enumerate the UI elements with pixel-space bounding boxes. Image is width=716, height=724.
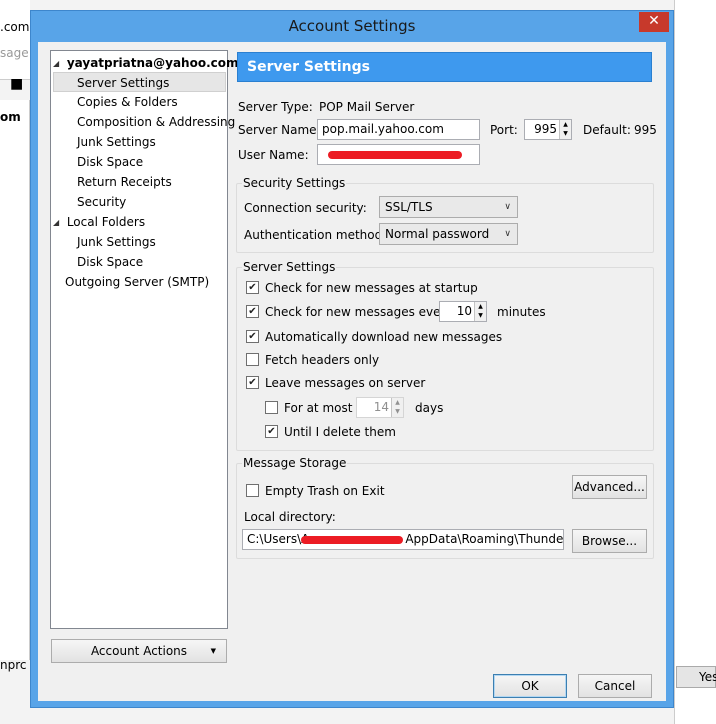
user-name-label: User Name: (238, 148, 309, 162)
tree-item-label: Local Folders (66, 215, 146, 229)
server-settings-title: Server Settings (242, 260, 337, 274)
tree-item-account[interactable]: ◢ yayatpriatna@yahoo.com (53, 53, 239, 74)
checkbox-icon[interactable] (246, 376, 259, 389)
background-toolbar (0, 0, 30, 80)
tree-item-local-folders[interactable]: ◢ Local Folders (53, 212, 145, 232)
checkbox-icon[interactable] (246, 330, 259, 343)
background-address-text: .com (0, 20, 30, 34)
account-settings-dialog: Account Settings ✕ ◢ yayatpriatna@yahoo.… (30, 10, 674, 708)
tree-item-composition[interactable]: Composition & Addressing (77, 112, 235, 132)
tree-item-outgoing-server[interactable]: Outgoing Server (SMTP) (65, 272, 209, 292)
spin-down-icon[interactable]: ▼ (391, 407, 403, 417)
expanded-arrow-icon[interactable]: ◢ (53, 213, 61, 233)
background-search-hint: sage (0, 46, 29, 60)
expanded-arrow-icon[interactable]: ◢ (53, 54, 61, 74)
check-startup-label: Check for new messages at startup (265, 281, 478, 295)
dialog-client-area: ◢ yayatpriatna@yahoo.com Server Settings… (38, 42, 666, 701)
checkbox-icon[interactable] (265, 425, 278, 438)
auto-download-checkbox[interactable]: Automatically download new messages (246, 329, 502, 347)
for-at-most-checkbox[interactable]: For at most (265, 400, 352, 418)
message-storage-title: Message Storage (242, 456, 348, 470)
leave-on-server-checkbox[interactable]: Leave messages on server (246, 375, 425, 393)
checkbox-icon[interactable] (265, 401, 278, 414)
connection-security-select[interactable]: SSL/TLS ∨ (379, 196, 518, 218)
tree-item-return-receipts[interactable]: Return Receipts (77, 172, 172, 192)
account-actions-label: Account Actions (90, 644, 188, 658)
tree-item-disk-space[interactable]: Disk Space (77, 152, 143, 172)
dialog-title: Account Settings (288, 17, 416, 35)
account-actions-button[interactable]: Account Actions ▼ (51, 639, 227, 663)
background-folder-pane (0, 100, 30, 660)
days-label: days (415, 401, 444, 415)
leave-on-server-label: Leave messages on server (265, 376, 426, 390)
background-yes-button[interactable]: Yes (676, 666, 716, 688)
server-type-label: Server Type: (238, 100, 313, 114)
spin-down-icon[interactable]: ▼ (474, 311, 486, 321)
checkbox-icon[interactable] (246, 305, 259, 318)
default-port-value: 995 (634, 123, 657, 137)
checkbox-icon[interactable] (246, 281, 259, 294)
security-settings-title: Security Settings (242, 176, 347, 190)
fetch-headers-checkbox[interactable]: Fetch headers only (246, 352, 379, 370)
days-value: 14 (373, 400, 389, 414)
local-directory-prefix: C:\Users\A (247, 532, 310, 546)
until-delete-checkbox[interactable]: Until I delete them (265, 424, 396, 442)
auto-download-label: Automatically download new messages (265, 330, 503, 344)
tree-item-junk-settings[interactable]: Junk Settings (77, 132, 156, 152)
tree-item-local-junk-settings[interactable]: Junk Settings (77, 232, 156, 252)
connection-security-label: Connection security: (244, 201, 367, 215)
connection-security-value: SSL/TLS (385, 200, 433, 214)
panel-header: Server Settings (237, 52, 652, 82)
dropdown-arrow-icon: ▼ (210, 647, 216, 655)
spin-down-icon[interactable]: ▼ (559, 129, 571, 139)
background-right-pane (674, 0, 716, 724)
checkbox-icon[interactable] (246, 484, 259, 497)
check-every-checkbox[interactable]: Check for new messages every (246, 304, 453, 322)
auth-method-label: Authentication method: (244, 228, 387, 242)
check-interval-value: 10 (456, 304, 472, 318)
redaction-mark (301, 536, 403, 544)
auth-method-select[interactable]: Normal password ∨ (379, 223, 518, 245)
chevron-down-icon: ∨ (504, 202, 511, 212)
advanced-button[interactable]: Advanced... (572, 475, 647, 499)
empty-trash-checkbox[interactable]: Empty Trash on Exit (246, 483, 385, 501)
empty-trash-label: Empty Trash on Exit (265, 484, 385, 498)
local-directory-input[interactable]: C:\Users\A AppData\Roaming\Thunderbi (242, 529, 564, 550)
auth-method-value: Normal password (385, 227, 490, 241)
until-delete-label: Until I delete them (284, 425, 396, 439)
browse-button[interactable]: Browse... (572, 529, 647, 553)
tree-item-label: yayatpriatna@yahoo.com (66, 56, 239, 70)
local-directory-label: Local directory: (244, 510, 336, 524)
title-bar[interactable]: Account Settings ✕ (31, 11, 673, 43)
tree-item-server-settings[interactable]: Server Settings (53, 72, 226, 92)
tree-item-copies-folders[interactable]: Copies & Folders (77, 92, 178, 112)
background-list-text: om (0, 110, 21, 124)
close-button[interactable]: ✕ (639, 12, 669, 32)
tree-item-local-disk-space[interactable]: Disk Space (77, 252, 143, 272)
port-value: 995 (534, 122, 557, 136)
minutes-label: minutes (497, 305, 546, 319)
background-status-text: nprc (0, 658, 27, 672)
chat-icon[interactable]: ■ (10, 76, 23, 92)
tree-item-security[interactable]: Security (77, 192, 126, 212)
check-interval-stepper[interactable]: 10 ▲ ▼ (439, 301, 487, 322)
redaction-mark (328, 151, 462, 159)
cancel-button[interactable]: Cancel (578, 674, 652, 698)
for-at-most-label: For at most (284, 401, 353, 415)
days-stepper[interactable]: 14 ▲ ▼ (356, 397, 404, 418)
local-directory-suffix: AppData\Roaming\Thunderbi (405, 532, 564, 546)
chevron-down-icon: ∨ (504, 229, 511, 239)
check-every-label: Check for new messages every (265, 305, 453, 319)
port-label: Port: (490, 123, 518, 137)
server-name-input[interactable]: pop.mail.yahoo.com (317, 119, 480, 140)
default-port-label: Default: (583, 123, 631, 137)
check-startup-checkbox[interactable]: Check for new messages at startup (246, 280, 478, 298)
server-name-label: Server Name: (238, 123, 321, 137)
account-tree[interactable]: ◢ yayatpriatna@yahoo.com Server Settings… (50, 50, 239, 629)
checkbox-icon[interactable] (246, 353, 259, 366)
server-type-value: POP Mail Server (319, 100, 415, 114)
port-stepper[interactable]: 995 ▲ ▼ (524, 119, 572, 140)
ok-button[interactable]: OK (493, 674, 567, 698)
fetch-headers-label: Fetch headers only (265, 353, 380, 367)
